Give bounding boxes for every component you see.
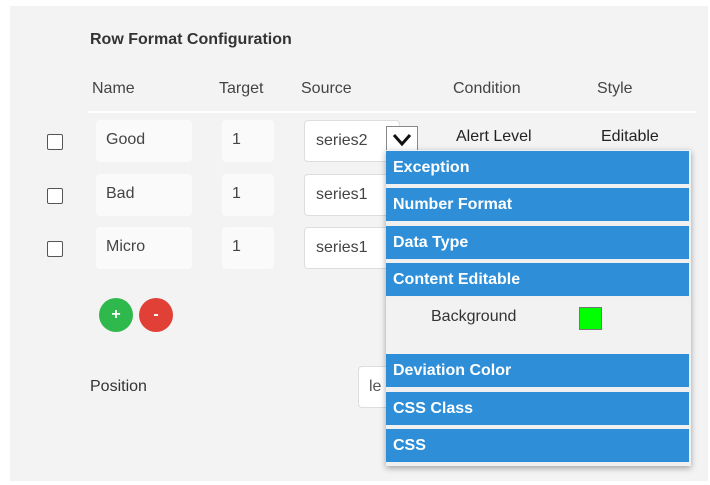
column-header-name: Name bbox=[92, 80, 135, 97]
column-header-target: Target bbox=[219, 80, 264, 97]
header-divider bbox=[88, 111, 696, 113]
row-name-field[interactable]: Good bbox=[96, 120, 192, 162]
menu-item-css-class[interactable]: CSS Class bbox=[386, 392, 689, 425]
row-name-field[interactable]: Bad bbox=[96, 174, 192, 216]
add-row-button[interactable]: + bbox=[99, 298, 133, 332]
column-header-source: Source bbox=[301, 80, 352, 97]
remove-row-button[interactable]: - bbox=[139, 298, 173, 332]
menu-item-css[interactable]: CSS bbox=[386, 429, 689, 462]
row-target-field[interactable]: 1 bbox=[222, 174, 274, 216]
condition-dropdown-menu: Exception Number Format Data Type Conten… bbox=[386, 150, 691, 466]
row-target-field[interactable]: 1 bbox=[222, 120, 274, 162]
menu-item-deviation-color[interactable]: Deviation Color bbox=[386, 354, 689, 387]
row-checkbox[interactable] bbox=[47, 241, 63, 257]
row-target-field[interactable]: 1 bbox=[222, 227, 274, 269]
menu-item-exception[interactable]: Exception bbox=[386, 151, 689, 184]
position-label: Position bbox=[90, 378, 147, 395]
menu-item-content-editable[interactable]: Content Editable bbox=[386, 263, 689, 296]
menu-item-data-type[interactable]: Data Type bbox=[386, 226, 689, 259]
panel-title: Row Format Configuration bbox=[90, 31, 292, 48]
column-header-style: Style bbox=[597, 80, 633, 97]
background-color-swatch[interactable] bbox=[579, 307, 602, 330]
row-style-value[interactable]: Editable bbox=[601, 128, 659, 146]
row-name-field[interactable]: Micro bbox=[96, 227, 192, 269]
row-checkbox[interactable] bbox=[47, 134, 63, 150]
row-condition-value[interactable]: Alert Level bbox=[456, 128, 532, 146]
background-label: Background bbox=[431, 308, 517, 325]
menu-item-number-format[interactable]: Number Format bbox=[386, 188, 689, 221]
row-checkbox[interactable] bbox=[47, 188, 63, 204]
column-header-condition: Condition bbox=[453, 80, 521, 97]
